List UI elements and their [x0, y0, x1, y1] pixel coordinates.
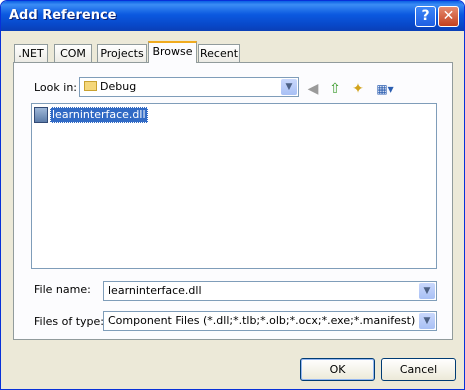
filename-label: File name: [34, 283, 91, 296]
tab-dotnet[interactable]: .NET [14, 44, 48, 62]
tab-com[interactable]: COM [54, 44, 92, 62]
chevron-down-icon[interactable]: ▼ [419, 283, 435, 299]
chevron-down-icon[interactable]: ▼ [419, 313, 435, 329]
filetype-select[interactable]: Component Files (*.dll;*.tlb;*.olb;*.ocx… [103, 311, 437, 331]
new-folder-icon[interactable]: ✦ [349, 80, 367, 98]
filename-input[interactable]: learninterface.dll ▼ [103, 281, 437, 301]
filetype-label: Files of type: [34, 315, 105, 328]
close-button[interactable]: ✕ [438, 6, 459, 27]
add-reference-dialog: Add Reference ? ✕ .NET COM Projects Brow… [0, 0, 465, 390]
tab-recent[interactable]: Recent [198, 44, 240, 62]
file-name-label: learninterface.dll [50, 107, 148, 123]
ok-button[interactable]: OK [300, 358, 375, 381]
views-menu-icon[interactable]: ▦▾ [373, 80, 397, 98]
file-list[interactable]: learninterface.dll [31, 103, 437, 269]
lookin-value: Debug [100, 80, 137, 93]
dll-file-icon [34, 107, 48, 123]
up-folder-icon[interactable]: ⇧ [326, 80, 344, 98]
filetype-value: Component Files (*.dll;*.tlb;*.olb;*.ocx… [108, 314, 416, 327]
folder-icon [84, 81, 97, 91]
window-title: Add Reference [9, 8, 117, 23]
tab-browse[interactable]: Browse [148, 41, 197, 63]
cancel-button[interactable]: Cancel [381, 358, 456, 381]
filename-value: learninterface.dll [108, 284, 202, 297]
lookin-combo[interactable]: Debug ▼ [79, 77, 299, 97]
help-button[interactable]: ? [415, 6, 436, 27]
tab-projects[interactable]: Projects [97, 44, 147, 62]
back-icon[interactable]: ◀ [304, 80, 322, 98]
chevron-down-icon[interactable]: ▼ [281, 79, 297, 95]
lookin-label: Look in: [34, 81, 77, 94]
title-bar[interactable]: Add Reference ? ✕ [1, 1, 464, 31]
